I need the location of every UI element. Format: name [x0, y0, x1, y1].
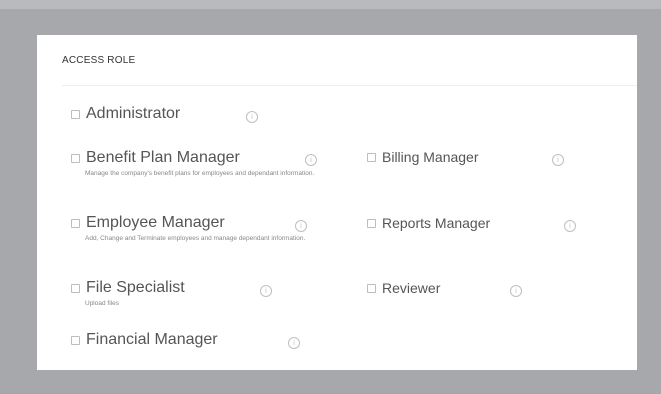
file-specialist-checkbox[interactable]: [71, 283, 80, 293]
role-label: Employee Manager: [86, 214, 225, 231]
role-label: Billing Manager: [382, 149, 479, 165]
role-administrator: Administrator: [71, 105, 180, 123]
benefit-plan-manager-checkbox[interactable]: [71, 153, 80, 163]
divider: [62, 85, 637, 86]
role-benefit-plan-manager: Benefit Plan Manager Manage the company'…: [71, 149, 315, 179]
role-reviewer: Reviewer: [367, 280, 440, 296]
role-employee-manager: Employee Manager Add, Change and Termina…: [71, 214, 315, 244]
info-icon[interactable]: i: [552, 154, 564, 166]
administrator-checkbox[interactable]: [71, 109, 80, 119]
reports-manager-checkbox[interactable]: [367, 218, 376, 228]
role-label: File Specialist: [86, 279, 185, 296]
employee-manager-checkbox[interactable]: [71, 218, 80, 228]
info-icon[interactable]: i: [564, 220, 576, 232]
billing-manager-checkbox[interactable]: [367, 152, 376, 162]
section-title: ACCESS ROLE: [62, 55, 136, 66]
role-file-specialist: File Specialist Upload files: [71, 279, 315, 309]
info-icon[interactable]: i: [260, 285, 272, 297]
info-icon[interactable]: i: [288, 337, 300, 349]
financial-manager-checkbox[interactable]: [71, 335, 80, 345]
window-top-border: [0, 0, 661, 9]
info-icon[interactable]: i: [246, 111, 258, 123]
info-icon[interactable]: i: [305, 154, 317, 166]
role-billing-manager: Billing Manager: [367, 149, 479, 165]
role-financial-manager: Financial Manager: [71, 331, 218, 349]
role-description: Upload files: [85, 300, 119, 307]
role-description: Manage the company's benefit plans for e…: [85, 170, 315, 177]
role-label: Reviewer: [382, 280, 441, 296]
info-icon[interactable]: i: [510, 285, 522, 297]
role-label: Reports Manager: [382, 215, 491, 231]
info-icon[interactable]: i: [295, 220, 307, 232]
reviewer-checkbox[interactable]: [367, 283, 376, 293]
role-label: Financial Manager: [86, 331, 218, 348]
role-description: Add, Change and Terminate employees and …: [85, 235, 306, 242]
role-label: Administrator: [86, 105, 181, 122]
role-reports-manager: Reports Manager: [367, 215, 490, 231]
access-role-panel: ACCESS ROLE Administrator i Benefit Plan…: [37, 35, 637, 370]
role-label: Benefit Plan Manager: [86, 149, 240, 166]
